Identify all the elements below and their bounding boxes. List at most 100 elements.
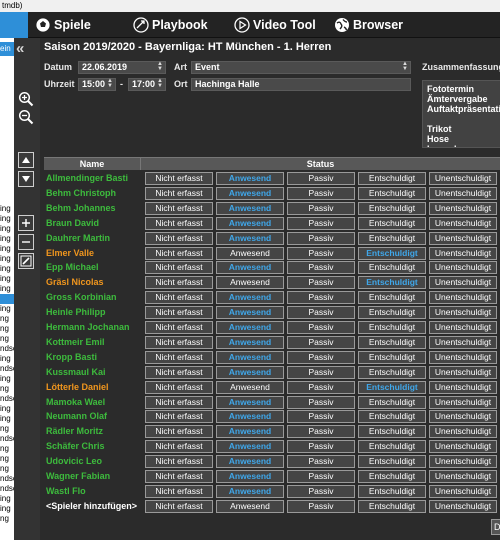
left-list-item[interactable]: ng	[0, 464, 14, 474]
status-button-anwesend[interactable]: Anwesend	[216, 291, 284, 305]
status-button-nicht-erfasst[interactable]: Nicht erfasst	[145, 335, 213, 349]
player-name[interactable]: Kropp Basti	[44, 350, 141, 365]
corner-button[interactable]: D	[491, 519, 500, 535]
status-button-entschuldigt[interactable]: Entschuldigt	[358, 201, 426, 215]
status-button-anwesend[interactable]: Anwesend	[216, 410, 284, 424]
zoom-out-icon[interactable]	[18, 109, 34, 125]
status-button-unentschuldigt[interactable]: Unentschuldigt	[429, 276, 497, 290]
status-button-passiv[interactable]: Passiv	[287, 440, 355, 454]
status-button-entschuldigt[interactable]: Entschuldigt	[358, 306, 426, 320]
status-button-anwesend[interactable]: Anwesend	[216, 440, 284, 454]
spin-icon[interactable]: ▲ ▼	[107, 78, 113, 89]
status-button-nicht-erfasst[interactable]: Nicht erfasst	[145, 186, 213, 200]
nav-spiele[interactable]: Spiele	[34, 15, 91, 35]
status-button-passiv[interactable]: Passiv	[287, 499, 355, 513]
player-name[interactable]: Wagner Fabian	[44, 469, 141, 484]
status-button-entschuldigt[interactable]: Entschuldigt	[358, 172, 426, 185]
player-name[interactable]: Braun David	[44, 216, 141, 231]
status-button-nicht-erfasst[interactable]: Nicht erfasst	[145, 470, 213, 483]
status-button-passiv[interactable]: Passiv	[287, 484, 355, 498]
status-button-unentschuldigt[interactable]: Unentschuldigt	[429, 470, 497, 483]
left-list-item[interactable]: ing	[0, 224, 14, 234]
left-list-item[interactable]: ndsc	[0, 434, 14, 444]
status-button-anwesend[interactable]: Anwesend	[216, 395, 284, 409]
status-button-entschuldigt[interactable]: Entschuldigt	[358, 350, 426, 364]
status-button-anwesend[interactable]: Anwesend	[216, 455, 284, 469]
status-button-anwesend[interactable]: Anwesend	[216, 365, 284, 379]
status-button-passiv[interactable]: Passiv	[287, 276, 355, 290]
status-button-anwesend[interactable]: Anwesend	[216, 380, 284, 394]
status-button-entschuldigt[interactable]: Entschuldigt	[358, 499, 426, 513]
player-name[interactable]: Hermann Jochanan	[44, 320, 141, 335]
nav-selected-tab[interactable]	[0, 12, 28, 38]
status-button-nicht-erfasst[interactable]: Nicht erfasst	[145, 365, 213, 379]
left-list-header[interactable]: ein	[0, 42, 14, 56]
spin-icon[interactable]: ▲ ▼	[157, 78, 163, 89]
status-button-entschuldigt[interactable]: Entschuldigt	[358, 261, 426, 275]
status-button-unentschuldigt[interactable]: Unentschuldigt	[429, 350, 497, 364]
left-list-item[interactable]: ing	[0, 284, 14, 294]
status-button-entschuldigt[interactable]: Entschuldigt	[358, 291, 426, 305]
collapse-icon[interactable]: «	[16, 40, 24, 57]
status-button-passiv[interactable]: Passiv	[287, 365, 355, 379]
status-button-entschuldigt[interactable]: Entschuldigt	[358, 425, 426, 439]
status-button-anwesend[interactable]: Anwesend	[216, 470, 284, 483]
player-name[interactable]: Gross Korbinian	[44, 290, 141, 305]
left-list-item[interactable]: ng	[0, 314, 14, 324]
art-select[interactable]: Event ▲ ▼	[191, 61, 411, 74]
status-button-passiv[interactable]: Passiv	[287, 246, 355, 260]
left-list-item[interactable]: ndsc	[0, 484, 14, 494]
left-list-item[interactable]	[0, 294, 14, 304]
add-button[interactable]	[18, 215, 34, 231]
left-list-item[interactable]: ing	[0, 254, 14, 264]
status-button-unentschuldigt[interactable]: Unentschuldigt	[429, 291, 497, 305]
left-list-item[interactable]: ndsc	[0, 364, 14, 374]
left-list-item[interactable]: ing	[0, 494, 14, 504]
status-button-unentschuldigt[interactable]: Unentschuldigt	[429, 261, 497, 275]
left-list-item[interactable]: ing	[0, 414, 14, 424]
player-name[interactable]: Neumann Olaf	[44, 409, 141, 424]
player-name[interactable]: Rädler Moritz	[44, 424, 141, 439]
status-button-passiv[interactable]: Passiv	[287, 186, 355, 200]
player-name[interactable]: Kottmeir Emil	[44, 335, 141, 350]
status-button-anwesend[interactable]: Anwesend	[216, 335, 284, 349]
player-name[interactable]: Epp Michael	[44, 260, 141, 275]
status-button-entschuldigt[interactable]: Entschuldigt	[358, 365, 426, 379]
status-button-entschuldigt[interactable]: Entschuldigt	[358, 186, 426, 200]
time-from-field[interactable]: 15:00 ▲ ▼	[78, 78, 116, 91]
status-button-nicht-erfasst[interactable]: Nicht erfasst	[145, 484, 213, 498]
left-list-item[interactable]: ng	[0, 454, 14, 464]
left-list-item[interactable]: ndsc	[0, 394, 14, 404]
status-button-passiv[interactable]: Passiv	[287, 395, 355, 409]
status-button-passiv[interactable]: Passiv	[287, 350, 355, 364]
status-button-passiv[interactable]: Passiv	[287, 470, 355, 483]
status-button-anwesend[interactable]: Anwesend	[216, 306, 284, 320]
status-button-nicht-erfasst[interactable]: Nicht erfasst	[145, 291, 213, 305]
left-list-item[interactable]: ing	[0, 244, 14, 254]
left-list-item[interactable]: ng	[0, 424, 14, 434]
status-button-nicht-erfasst[interactable]: Nicht erfasst	[145, 440, 213, 454]
player-name[interactable]: Wastl Flo	[44, 484, 141, 499]
left-list-item[interactable]: ing	[0, 504, 14, 514]
left-list-item[interactable]: ndsc	[0, 344, 14, 354]
time-to-field[interactable]: 17:00 ▲ ▼	[128, 78, 166, 91]
nav-playbook[interactable]: Playbook	[132, 15, 208, 35]
left-list-item[interactable]: ing	[0, 264, 14, 274]
nav-video-tool[interactable]: Video Tool	[233, 15, 316, 35]
player-name[interactable]: Allmendinger Basti	[44, 171, 141, 186]
status-button-passiv[interactable]: Passiv	[287, 455, 355, 469]
player-name[interactable]: Heinle Philipp	[44, 305, 141, 320]
status-button-anwesend[interactable]: Anwesend	[216, 216, 284, 230]
status-button-nicht-erfasst[interactable]: Nicht erfasst	[145, 410, 213, 424]
status-button-anwesend[interactable]: Anwesend	[216, 246, 284, 260]
left-list-item[interactable]: ing	[0, 304, 14, 314]
status-button-nicht-erfasst[interactable]: Nicht erfasst	[145, 261, 213, 275]
status-button-unentschuldigt[interactable]: Unentschuldigt	[429, 172, 497, 185]
left-list-item[interactable]: ing	[0, 404, 14, 414]
player-name[interactable]: Kussmaul Kai	[44, 365, 141, 380]
status-button-passiv[interactable]: Passiv	[287, 201, 355, 215]
status-button-nicht-erfasst[interactable]: Nicht erfasst	[145, 350, 213, 364]
status-button-nicht-erfasst[interactable]: Nicht erfasst	[145, 395, 213, 409]
status-button-anwesend[interactable]: Anwesend	[216, 276, 284, 290]
status-button-unentschuldigt[interactable]: Unentschuldigt	[429, 321, 497, 334]
